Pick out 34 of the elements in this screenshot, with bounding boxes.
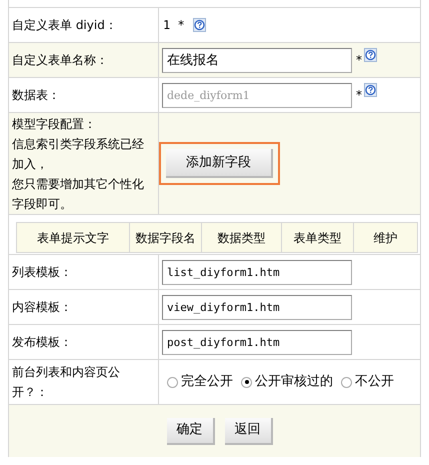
- column-header: 数据类型: [218, 230, 266, 246]
- help-icon[interactable]: [192, 18, 206, 32]
- field-value: 1 *: [163, 17, 185, 34]
- column-header: 表单类型: [294, 230, 342, 246]
- field-label: 模型字段配置：: [12, 116, 97, 132]
- column-header: 维护: [374, 230, 398, 246]
- radio-option[interactable]: 公开审核过的: [241, 372, 333, 392]
- required-mark: *: [356, 52, 362, 69]
- radio-option[interactable]: 不公开: [341, 372, 394, 392]
- radio-button[interactable]: [241, 376, 252, 388]
- field-label: 发布模板：: [12, 334, 73, 351]
- radio-option[interactable]: 完全公开: [167, 372, 233, 392]
- column-header: 表单提示文字: [37, 230, 109, 246]
- field-label: 前台列表和内容页公开？：: [12, 364, 121, 401]
- radio-button[interactable]: [341, 376, 352, 388]
- text-field[interactable]: 在线报名: [162, 48, 352, 72]
- field-label: 内容模板：: [12, 299, 73, 316]
- help-icon[interactable]: [364, 48, 377, 62]
- radio-button[interactable]: [167, 376, 178, 388]
- required-mark: *: [356, 87, 362, 104]
- add-field-button[interactable]: 添加新字段: [166, 149, 273, 178]
- text-field[interactable]: post_diyform1.htm: [162, 330, 352, 354]
- form-button[interactable]: 返回: [224, 418, 272, 444]
- field-label: 自定义表单名称：: [12, 52, 109, 69]
- text-field[interactable]: list_diyform1.htm: [162, 260, 352, 284]
- text-field[interactable]: view_diyform1.htm: [162, 294, 352, 320]
- field-label: 您只需要增加其它个性化字段即可。: [12, 176, 145, 212]
- field-label: 信息索引类字段系统已经加入，: [12, 136, 145, 172]
- form-button[interactable]: 确定: [166, 418, 214, 444]
- field-label: 自定义表单 diyid：: [12, 17, 118, 34]
- field-label: 数据表：: [12, 87, 61, 104]
- column-header: 数据字段名: [136, 230, 196, 246]
- text-field: dede_diyform1: [162, 82, 352, 108]
- field-label: 列表模板：: [12, 264, 73, 281]
